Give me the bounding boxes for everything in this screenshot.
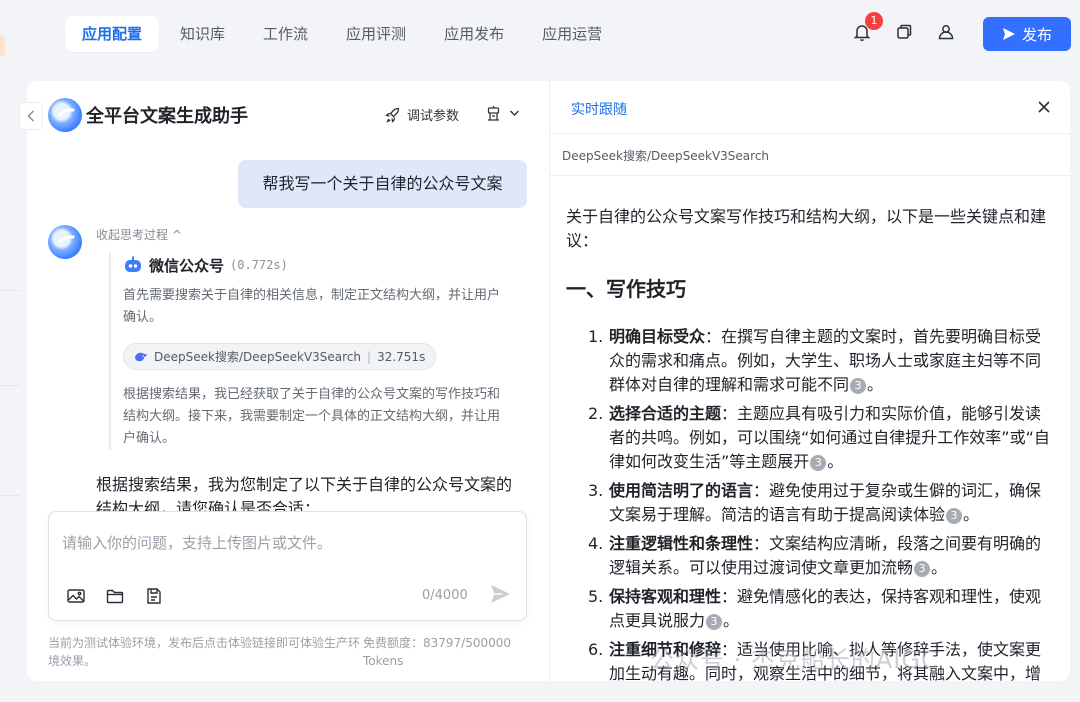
token-quota: 免费额度：83797/500000 Tokens (363, 636, 512, 668)
collapse-thinking-toggle[interactable]: 收起思考过程 ^ (96, 226, 182, 243)
list-item-number: 3. (588, 481, 604, 500)
trace-item-list: 1. 明确目标受众：在撰写自律主题的文案时，首先要明确目标受众的需求和痛点。例如，… (566, 325, 1056, 681)
sidebar-divider (0, 495, 20, 496)
publish-button[interactable]: 发布 (983, 17, 1071, 51)
list-item: 3. 使用简洁明了的语言：避免使用过于复杂或生僻的词汇，确保文案易于理解。简洁的语… (566, 479, 1056, 527)
trace-intro: 关于自律的公众号文案写作技巧和结构大纲，以下是一些关键点和建议： (566, 207, 1047, 250)
tab-workflow[interactable]: 工作流 (246, 16, 325, 52)
list-item-title: 明确目标受众 (609, 327, 706, 346)
tab-knowledge-base[interactable]: 知识库 (163, 16, 242, 52)
copy-window-icon[interactable] (894, 22, 914, 42)
sidebar-divider (0, 385, 20, 386)
list-item: 5. 保持客观和理性：避免情感化的表达，保持客观和理性，使观点更具说服力 3。 (566, 585, 1056, 633)
debug-params-button[interactable]: 调试参数 (385, 105, 459, 124)
list-item-number: 2. (588, 404, 604, 423)
tab-app-evaluation[interactable]: 应用评测 (329, 16, 423, 52)
citation-badge[interactable]: 3 (850, 378, 867, 394)
list-item-number: 4. (588, 534, 604, 553)
list-item-title: 选择合适的主题 (609, 404, 722, 423)
top-bar: 应用配置 知识库 工作流 应用评测 应用发布 应用运营 1 发布 (0, 0, 1080, 68)
collapse-panel-button[interactable] (19, 102, 43, 130)
list-item-end: 。 (867, 375, 884, 394)
app-title: 全平台文案生成助手 (86, 106, 248, 127)
tab-app-config[interactable]: 应用配置 (65, 16, 160, 52)
list-item-end: 。 (963, 505, 980, 524)
sidebar-edge-handle[interactable] (0, 36, 5, 56)
model-building-icon (487, 106, 500, 121)
thinking-process: 微信公众号 (0.772s) 首先需要搜索关于自律的相关信息，制定正文结构大纲，… (109, 253, 509, 450)
chat-header: 全平台文案生成助手 (48, 97, 549, 133)
send-icon[interactable] (489, 583, 511, 605)
tab-app-operation[interactable]: 应用运营 (525, 16, 619, 52)
thinking-duration: (0.772s) (230, 258, 288, 272)
citation-badge[interactable]: 3 (914, 561, 931, 577)
top-tabs: 应用配置 知识库 工作流 应用评测 应用发布 应用运营 (65, 16, 623, 52)
list-item-end: 。 (723, 611, 740, 630)
trace-divider (550, 175, 1070, 176)
file-upload-icon[interactable] (144, 586, 164, 606)
list-item-end: 。 (931, 558, 948, 577)
trace-content: 关于自律的公众号文案写作技巧和结构大纲，以下是一些关键点和建议： 一、写作技巧 … (566, 205, 1056, 681)
citation-badge[interactable]: 3 (810, 455, 827, 471)
deepseek-whale-icon (135, 352, 147, 361)
watermark: 公众号 · 杰克船长的AIGC (650, 646, 939, 674)
input-toolbar (66, 586, 164, 606)
image-upload-icon[interactable] (66, 586, 86, 606)
list-item: 1. 明确目标受众：在撰写自律主题的文案时，首先要明确目标受众的需求和痛点。例如，… (566, 325, 1056, 397)
thinking-text-1: 首先需要搜索关于自律的相关信息，制定正文结构大纲，并让用户确认。 (123, 288, 501, 325)
user-profile-icon[interactable] (936, 22, 956, 42)
bot-answer-text: 根据搜索结果，我为您制定了以下关于自律的公众号文案的结构大纲，请您确认是否合适： (96, 475, 513, 513)
list-item-title: 使用简洁明了的语言 (609, 481, 754, 500)
trace-divider (550, 133, 1070, 134)
send-arrow-icon (1002, 28, 1015, 40)
chat-input-box[interactable]: 请输入你的问题，支持上传图片或文件。 0/4000 (48, 511, 527, 621)
list-item-end: 。 (827, 452, 844, 471)
citation-badge[interactable]: 3 (706, 614, 723, 630)
user-message-bubble: 帮我写一个关于自律的公众号文案 (238, 160, 527, 208)
list-item-number: 6. (588, 640, 604, 659)
list-item: 2. 选择合适的主题：主题应具有吸引力和实际价值，能够引发读者的共鸣。例如，可以围… (566, 402, 1056, 474)
chat-column: 全平台文案生成助手 调试参数 帮我写一个关于自律的公众号文案 收起思考过程 ^ … (27, 81, 549, 681)
close-icon[interactable] (1036, 99, 1052, 115)
live-trace-title: 实时跟随 (571, 102, 627, 118)
tab-app-publish[interactable]: 应用发布 (427, 16, 521, 52)
tool-call-time: 32.751s (377, 349, 426, 364)
list-item-title: 保持客观和理性 (609, 587, 722, 606)
char-count: 0/4000 (422, 588, 468, 603)
thinking-text-2: 根据搜索结果，我已经获取了关于自律的公众号文案的写作技巧和结构大纲。接下来，我需… (123, 387, 501, 446)
citation-badge[interactable]: 3 (946, 508, 963, 524)
app-logo-icon (48, 98, 82, 132)
chat-input-placeholder: 请输入你的问题，支持上传图片或文件。 (62, 534, 333, 552)
live-trace-panel: 实时跟随 DeepSeek搜索/DeepSeekV3Search 关于自律的公众… (550, 81, 1070, 681)
model-selector-dropdown[interactable] (486, 105, 520, 121)
tool-call-name: DeepSeek搜索/DeepSeekV3Search (154, 350, 362, 364)
environment-note: 当前为测试体验环境，发布后点击体验链接即可体验生产环境效果。 (48, 636, 361, 668)
list-item: 4. 注重逻辑性和条理性：文案结构应清晰，段落之间要有明确的逻辑关系。可以使用过渡… (566, 532, 1056, 580)
list-item-number: 5. (588, 587, 604, 606)
list-item-title: 注重逻辑性和条理性 (609, 534, 754, 553)
folder-icon[interactable] (105, 586, 125, 606)
thinking-title: 微信公众号 (149, 256, 225, 275)
bot-avatar-icon (48, 225, 82, 259)
thinking-title-row: 微信公众号 (0.772s) (123, 253, 509, 277)
trace-section-title: 一、写作技巧 (566, 277, 686, 301)
notification-bell-icon[interactable]: 1 (852, 12, 883, 42)
main-panel: 全平台文案生成助手 调试参数 帮我写一个关于自律的公众号文案 收起思考过程 ^ … (27, 81, 1070, 681)
notification-badge: 1 (865, 12, 883, 30)
top-icon-group: 1 (852, 12, 956, 42)
tool-call-separator: | (367, 349, 372, 364)
list-item-number: 1. (588, 327, 604, 346)
trace-source-label: DeepSeek搜索/DeepSeekV3Search (562, 149, 770, 163)
tool-call-chip[interactable]: DeepSeek搜索/DeepSeekV3Search | 32.751s (123, 343, 437, 370)
sidebar-divider (0, 290, 20, 291)
rocket-icon (385, 107, 400, 123)
debug-params-label: 调试参数 (407, 109, 460, 124)
publish-label: 发布 (1021, 25, 1052, 44)
chevron-left-icon (27, 110, 35, 122)
chevron-down-icon (510, 110, 519, 116)
robot-icon (125, 256, 141, 272)
